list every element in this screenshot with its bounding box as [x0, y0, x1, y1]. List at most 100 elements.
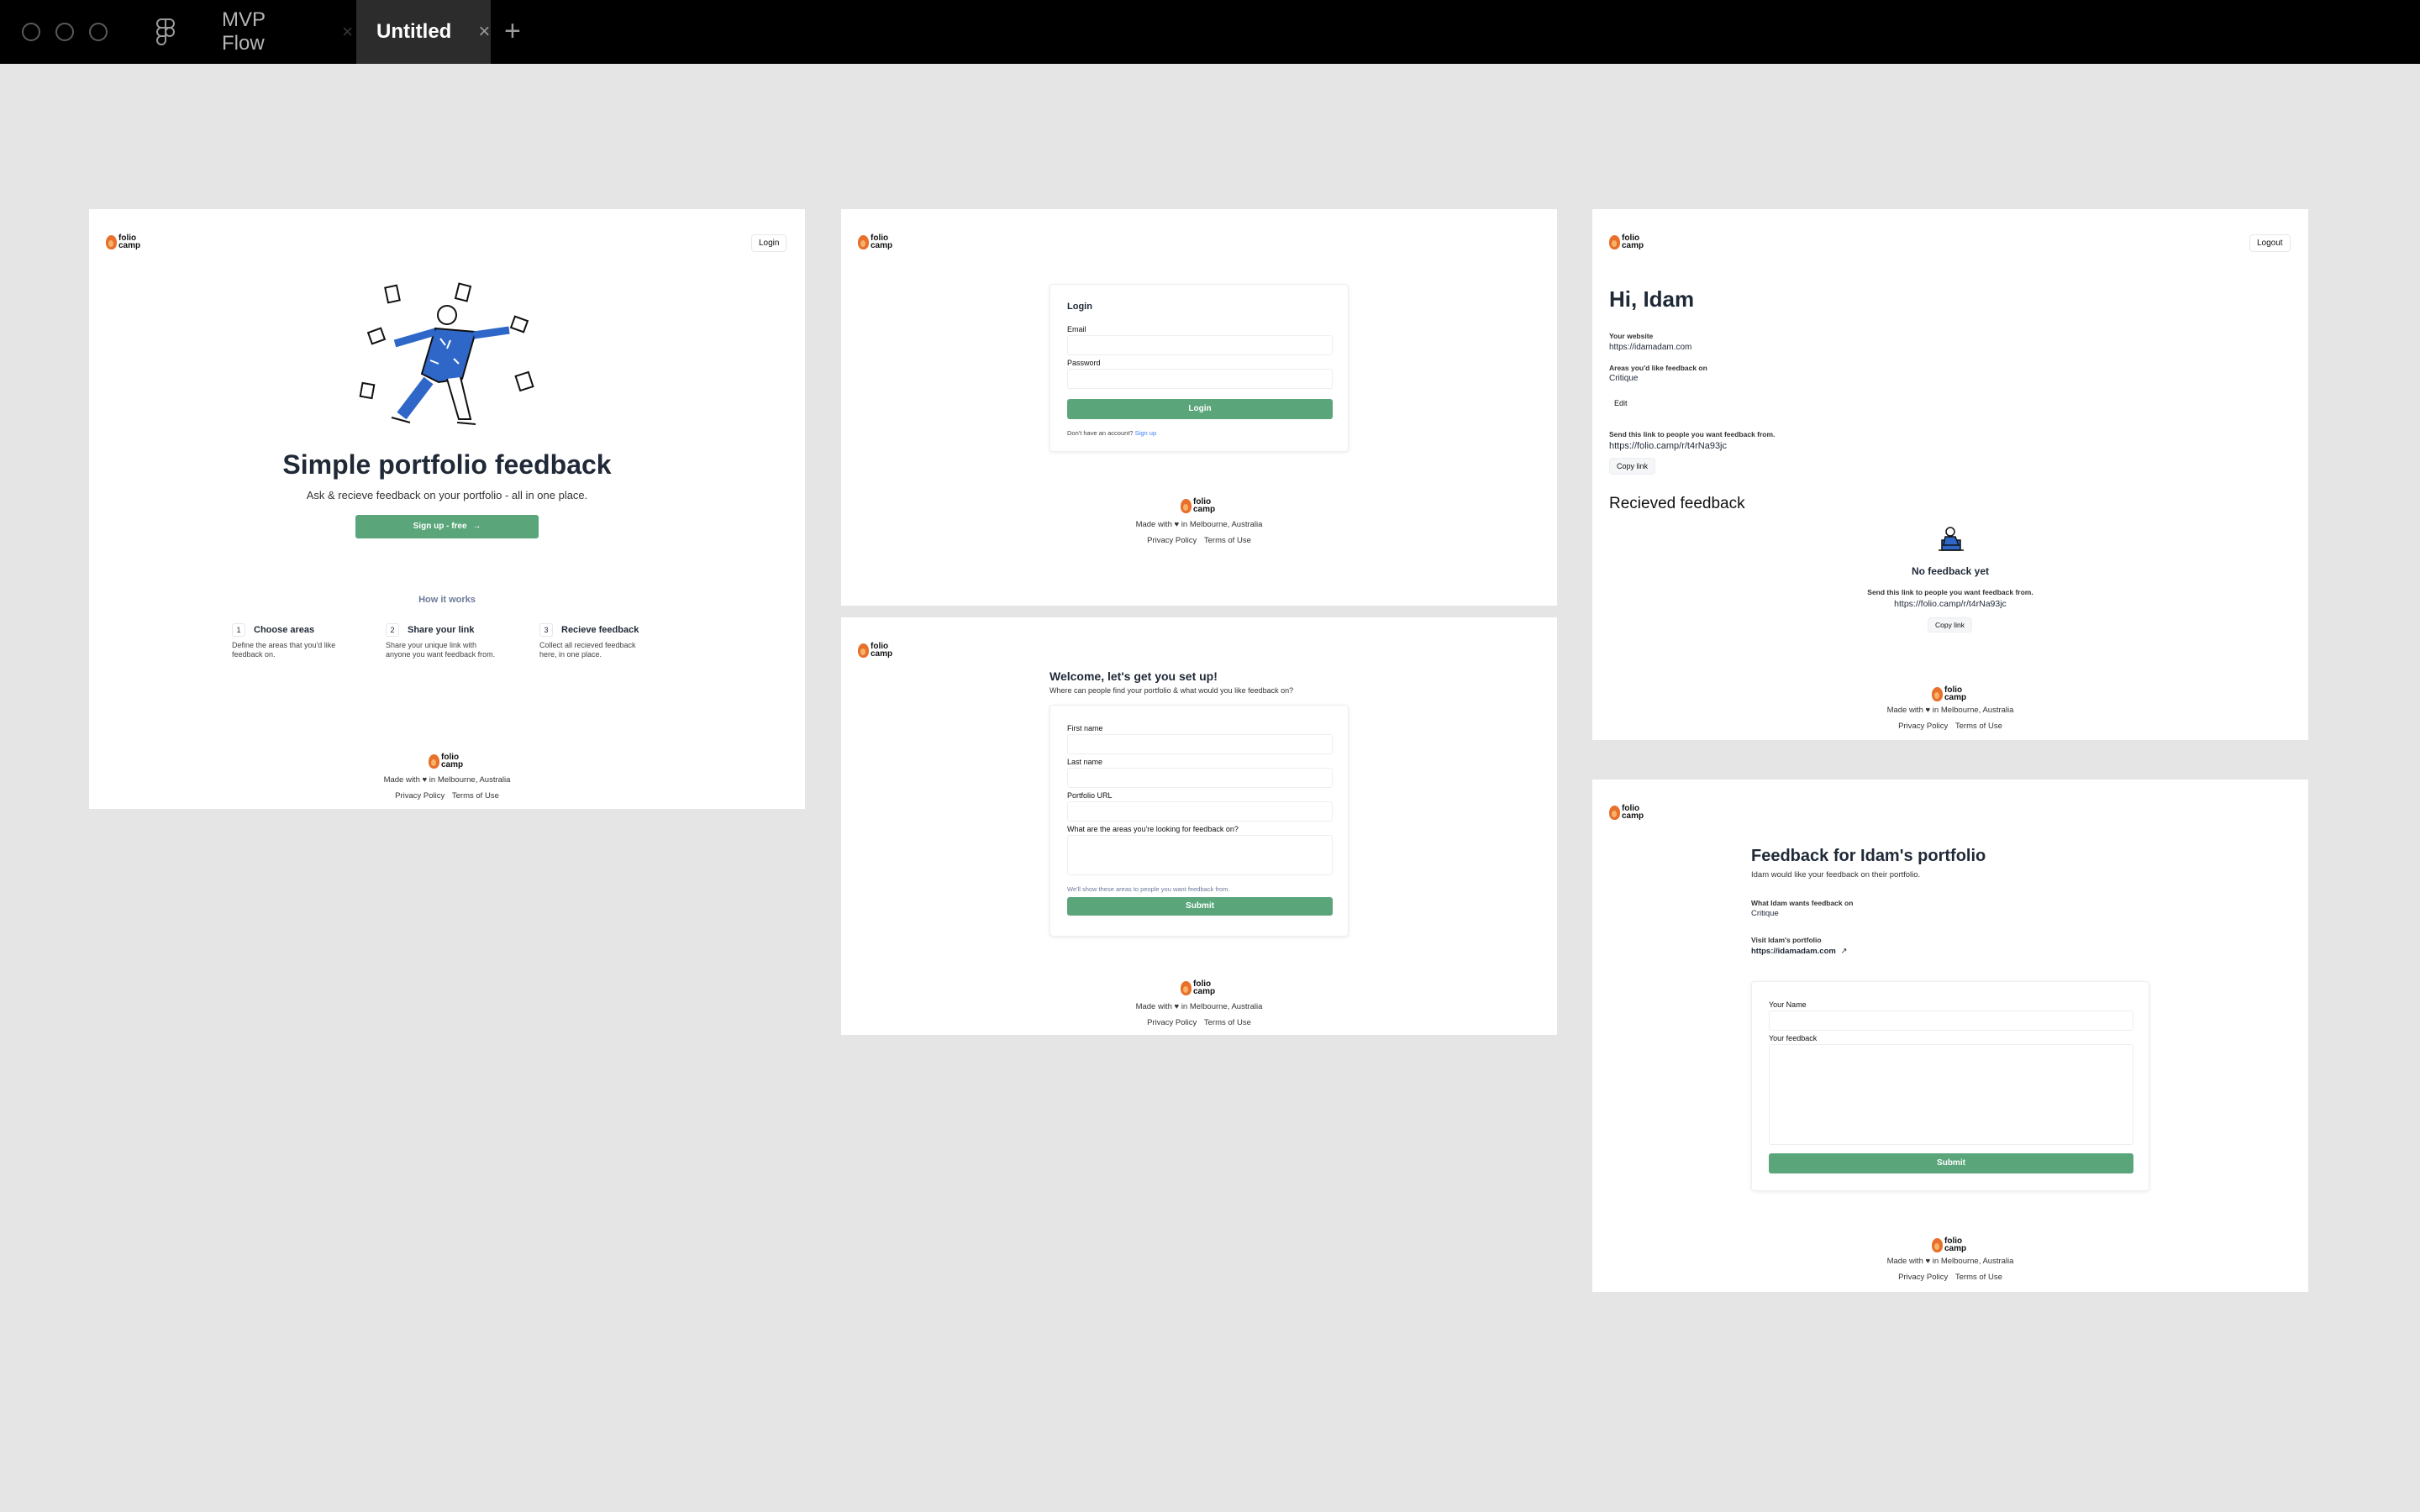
password-field[interactable] [1067, 369, 1333, 389]
flame-icon [858, 643, 869, 658]
foliocamp-logo[interactable]: folio camp [858, 643, 893, 659]
logo-text: camp [1193, 505, 1216, 514]
your-name-field[interactable] [1769, 1011, 2133, 1031]
portfolio-url-field[interactable] [1067, 801, 1333, 822]
feedback-frame[interactable]: folio camp Feedback for Idam's portfolio … [1592, 780, 2308, 1292]
foliocamp-logo[interactable]: folio camp [106, 234, 141, 250]
close-icon[interactable]: × [478, 20, 490, 44]
privacy-policy-link[interactable]: Privacy Policy [1898, 722, 1948, 731]
first-name-field[interactable] [1067, 734, 1333, 754]
copy-link-button[interactable]: Copy link [1609, 458, 1656, 475]
terms-of-use-link[interactable]: Terms of Use [452, 791, 499, 801]
flame-icon [1181, 980, 1192, 995]
feedback-page-title: Feedback for Idam's portfolio [1751, 847, 1986, 865]
your-feedback-textarea[interactable] [1769, 1044, 2133, 1145]
signup-button[interactable]: Sign up - free → [355, 515, 539, 538]
new-tab-icon[interactable]: + [504, 15, 521, 48]
flame-icon [1932, 1237, 1943, 1252]
footer-text: in Melbourne, Australia [1932, 1257, 2014, 1266]
login-title: Login [1067, 302, 1092, 312]
flame-icon [858, 234, 869, 249]
login-submit-button[interactable]: Login [1067, 399, 1333, 419]
tab-untitled[interactable]: Untitled × [356, 0, 491, 64]
figma-logo-icon[interactable] [156, 18, 175, 50]
terms-of-use-link[interactable]: Terms of Use [1204, 536, 1251, 545]
logo-text: camp [871, 649, 893, 659]
portfolio-url-label: Portfolio URL [1067, 791, 1113, 800]
footer-text: in Melbourne, Australia [1932, 706, 2014, 715]
tab-label: MVP Flow [222, 8, 266, 55]
foliocamp-logo[interactable]: folio camp [1609, 805, 1644, 821]
your-feedback-label: Your feedback [1769, 1034, 1818, 1042]
signup-label: Sign up - free [413, 522, 467, 531]
feedback-submit-button[interactable]: Submit [1769, 1153, 2133, 1173]
privacy-policy-link[interactable]: Privacy Policy [1898, 1273, 1948, 1282]
window-zoom-control[interactable] [89, 23, 108, 41]
last-name-label: Last name [1067, 758, 1103, 766]
dashboard-frame[interactable]: folio camp Logout Hi, Idam Your website h… [1592, 209, 2308, 740]
heart-icon: ♥ [422, 775, 428, 785]
visit-portfolio-link[interactable]: https://idamadam.com ↗ [1751, 947, 1847, 956]
heart-icon: ♥ [1925, 1257, 1931, 1266]
foliocamp-logo[interactable]: folio camp [1609, 234, 1644, 250]
tab-mvp-flow[interactable]: MVP Flow × [193, 0, 353, 64]
foliocamp-logo[interactable]: folio camp [858, 234, 892, 250]
greeting-heading: Hi, Idam [1609, 286, 1695, 312]
logo-text: camp [118, 241, 141, 250]
privacy-policy-link[interactable]: Privacy Policy [395, 791, 445, 801]
step-title: Choose areas [254, 625, 315, 635]
feedback-areas-label: What are the areas you're looking for fe… [1067, 825, 1239, 833]
setup-subtitle: Where can people find your portfolio & w… [1050, 686, 1294, 695]
feedback-page-subtitle: Idam would like your feedback on their p… [1751, 870, 1921, 879]
arrow-right-icon: → [472, 522, 481, 531]
visit-portfolio-label: Visit Idam's portfolio [1751, 936, 1822, 944]
areas-value: Critique [1609, 374, 1639, 383]
terms-of-use-link[interactable]: Terms of Use [1955, 1273, 2002, 1282]
feedback-areas-field[interactable] [1067, 835, 1333, 875]
footer-text: Made with [1886, 706, 1923, 715]
step-number: 2 [386, 623, 399, 637]
close-icon[interactable]: × [342, 21, 353, 43]
areas-label: Areas you'd like feedback on [1609, 364, 1707, 372]
last-name-field[interactable] [1067, 768, 1333, 788]
app-titlebar: MVP Flow × Untitled × + [0, 0, 2420, 64]
foliocamp-logo[interactable]: folio camp [1181, 980, 1215, 996]
email-field[interactable] [1067, 335, 1333, 355]
login-card: Login Email Password Login Don't have an… [1050, 284, 1349, 452]
empty-share-link: https://folio.camp/r/t4rNa93jc [1894, 599, 2007, 609]
login-frame[interactable]: folio camp Login Email Password Login Don… [841, 209, 1557, 606]
external-link-icon: ↗ [1840, 947, 1848, 956]
website-label: Your website [1609, 332, 1654, 340]
foliocamp-logo[interactable]: folio camp [429, 753, 463, 769]
window-close-control[interactable] [22, 23, 40, 41]
terms-of-use-link[interactable]: Terms of Use [1204, 1018, 1251, 1027]
privacy-policy-link[interactable]: Privacy Policy [1147, 1018, 1197, 1027]
heart-icon: ♥ [1925, 706, 1931, 715]
window-minimize-control[interactable] [55, 23, 74, 41]
footer-links: Privacy Policy Terms of Use [841, 536, 1557, 545]
footer-links: Privacy Policy Terms of Use [841, 1018, 1557, 1027]
footer-links: Privacy Policy Terms of Use [1592, 722, 2308, 731]
signup-link[interactable]: Sign up [1135, 429, 1156, 437]
foliocamp-logo[interactable]: folio camp [1932, 1237, 1966, 1253]
empty-state-illustration [1933, 522, 1967, 559]
setup-submit-button[interactable]: Submit [1067, 897, 1333, 916]
landing-frame[interactable]: folio camp Login Simple portfolio feedba… [89, 209, 805, 809]
setup-frame[interactable]: folio camp Welcome, let's get you set up!… [841, 617, 1557, 1035]
signup-prompt-text: Don't have an account? [1067, 429, 1134, 437]
foliocamp-logo[interactable]: folio camp [1181, 498, 1216, 514]
setup-card: First name Last name Portfolio URL What … [1050, 705, 1349, 937]
login-button[interactable]: Login [751, 234, 787, 252]
edit-button[interactable]: Edit [1609, 396, 1633, 411]
tab-label: Untitled [376, 20, 452, 43]
email-label: Email [1067, 325, 1086, 333]
foliocamp-logo[interactable]: folio camp [1932, 686, 1966, 702]
terms-of-use-link[interactable]: Terms of Use [1955, 722, 2002, 731]
footer-made-with: Made with ♥ in Melbourne, Australia [1592, 1257, 2308, 1266]
heart-icon: ♥ [1174, 1002, 1180, 1011]
logout-button[interactable]: Logout [2249, 234, 2291, 252]
privacy-policy-link[interactable]: Privacy Policy [1147, 536, 1197, 545]
copy-link-button[interactable]: Copy link [1928, 617, 1972, 633]
logo-text: camp [1622, 811, 1644, 821]
footer-text: in Melbourne, Australia [1181, 1002, 1263, 1011]
